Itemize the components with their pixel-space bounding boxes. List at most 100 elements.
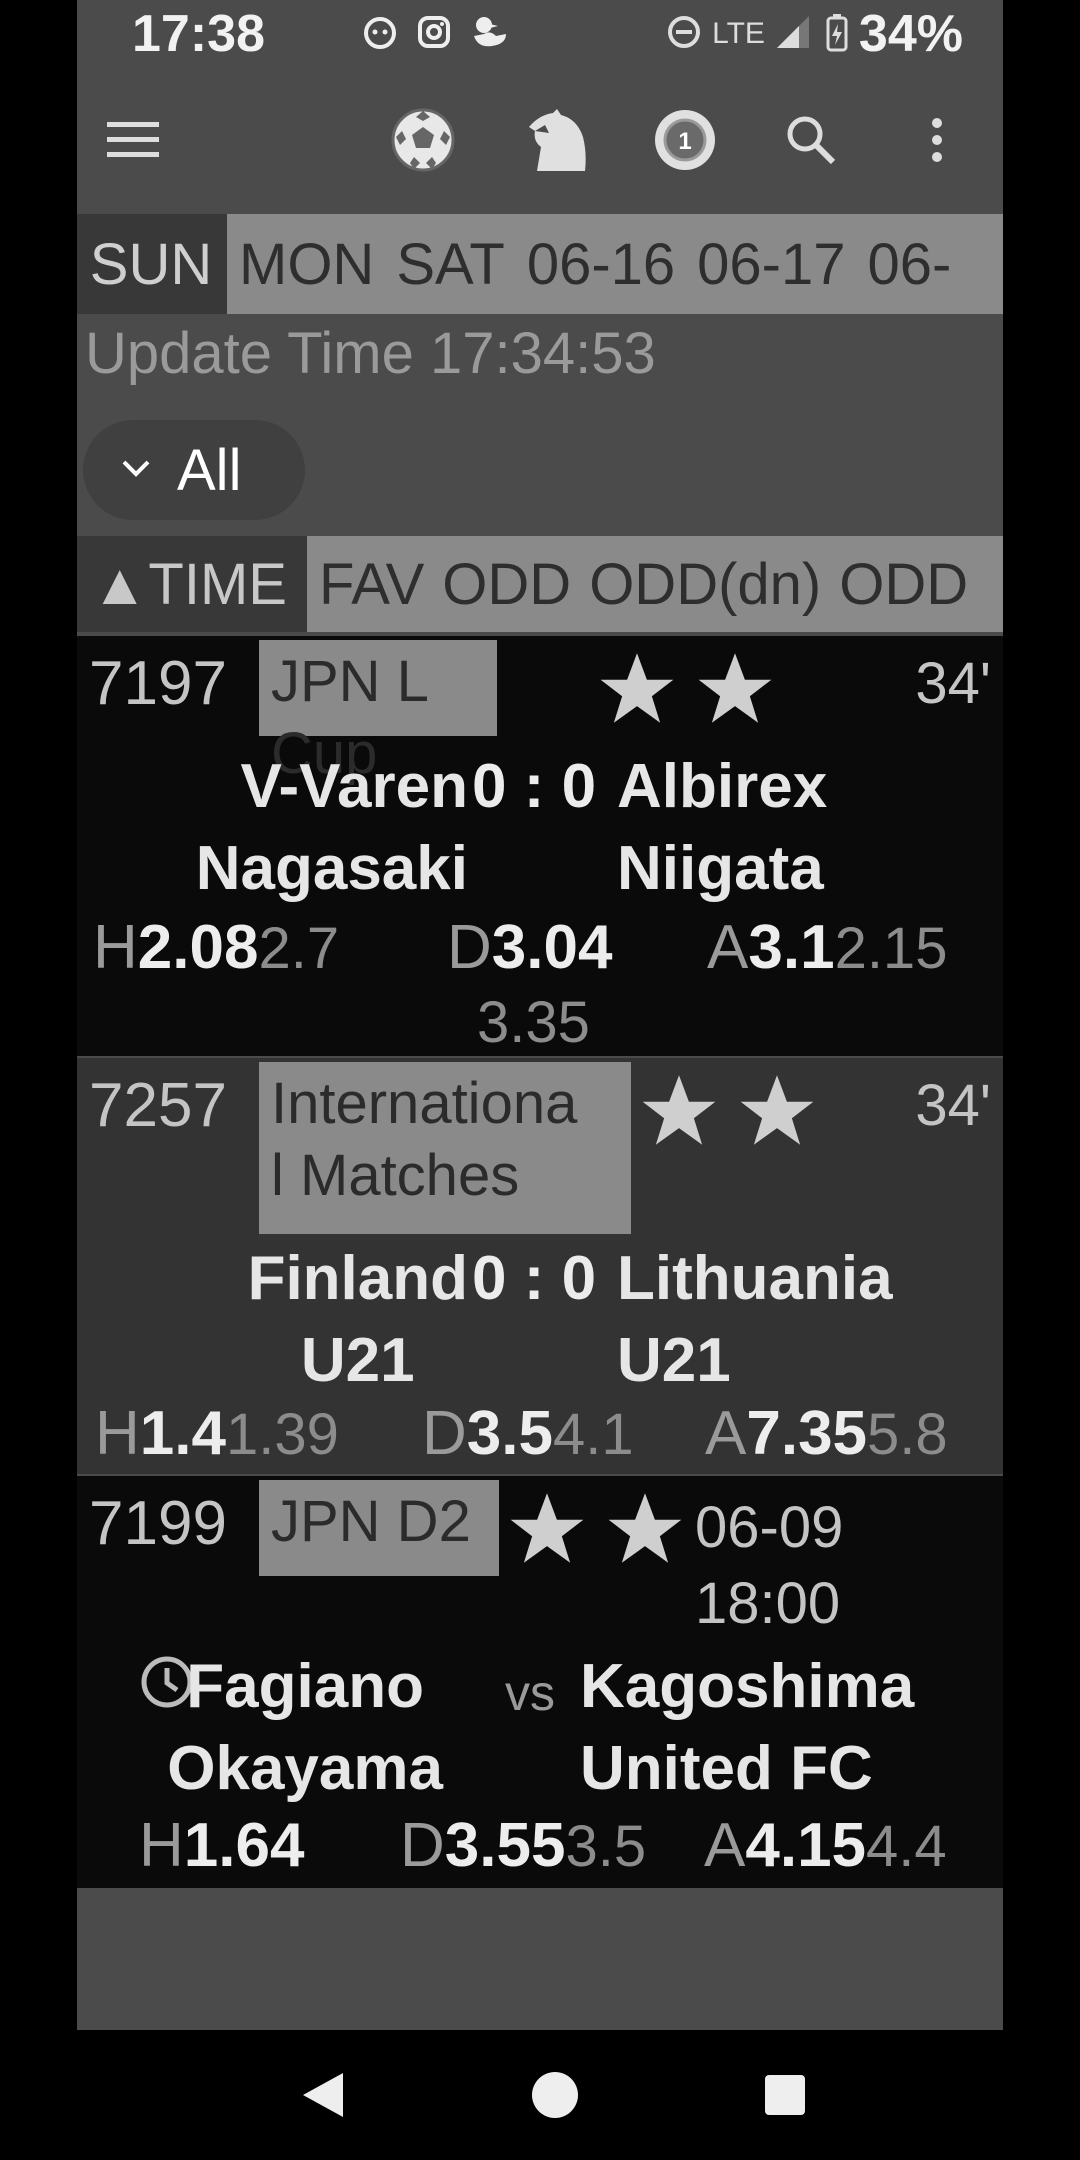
match-card[interactable]: 7257 Internationa l Matches 34' Finland … [77,1058,1003,1474]
rating-stars [639,1072,817,1148]
match-number: 7197 [89,649,227,718]
match-score: 0 : 0 [472,1244,597,1313]
menu-icon[interactable] [97,104,169,176]
day-tabs: SUN MON SAT 06-16 06-17 06- [77,214,1003,314]
app-screen: 17:38 LTE 34% 1 SUN MON SAT 06-16 06-17 … [77,0,1003,2030]
odds-away: A7.355.8 [705,1399,948,1468]
battery-charging-icon [825,12,849,57]
lottery-ball-icon[interactable]: 1 [649,104,721,176]
star-icon [740,1075,814,1145]
odds-draw-prev: 3.35 [477,990,590,1055]
tab-06-16[interactable]: 06-16 [527,231,675,298]
kickoff-hour: 18:00 [695,1571,841,1636]
away-team-name: Lithuania U21 [617,1238,893,1402]
app-toolbar: 1 [77,70,1003,210]
update-time: Update Time 17:34:53 [85,321,656,386]
sort-odd[interactable]: ODD [442,551,571,618]
home-team-line1: V-Varen [240,752,468,821]
rating-stars [507,1490,685,1566]
away-team-line1: Kagoshima [580,1652,915,1721]
match-card[interactable]: 7199 JPN D2 06-09 18:00 Fagiano Okayama … [77,1476,1003,1888]
kickoff-time: 06-09 18:00 [695,1490,843,1642]
battery-level: 34% [858,5,963,63]
filter-dropdown[interactable]: All [83,420,305,520]
league-badge: JPN D2 [259,1480,499,1576]
more-vert-icon[interactable] [901,104,973,176]
search-icon[interactable] [775,104,847,176]
home-team-name: Fagiano Okayama [167,1646,443,1810]
status-time: 17:38 [132,5,265,63]
home-team-line1: Fagiano [186,1652,424,1721]
away-team-line2: United FC [580,1734,873,1803]
home-team-line2: U21 [300,1326,415,1395]
home-team-line2: Okayama [167,1734,443,1803]
home-team-name: Finland U21 [248,1238,468,1402]
away-team-line1: Albirex [617,752,828,821]
match-card[interactable]: 7197 JPN L Cup 34' V-Varen Nagasaki 0 : … [77,636,1003,1056]
cat-face-icon [362,14,398,55]
day-tabs-rest: MON SAT 06-16 06-17 06- [227,214,1003,314]
star-icon [698,653,772,723]
match-score: 0 : 0 [472,752,597,821]
ad-banner-area [77,1890,1003,2030]
sort-time[interactable]: ▲TIME [91,536,287,632]
odds-away: A4.154.4 [704,1811,947,1880]
signal-icon [775,14,815,55]
match-elapsed: 34' [915,651,991,716]
away-team-line1: Lithuania [617,1244,893,1313]
odds-draw: D3.54.1 [422,1399,634,1468]
sort-odd-dn[interactable]: ODD(dn) [589,551,821,618]
duck-icon [470,14,510,55]
away-team-line2: Niigata [617,834,824,903]
recents-icon[interactable] [760,2070,810,2120]
match-vs: vs [505,1665,555,1721]
away-team-name: Kagoshima United FC [580,1646,914,1810]
status-right: LTE 34% [666,4,963,64]
league-line1: Internationa [271,1071,578,1136]
filter-label: All [177,437,242,503]
star-icon [600,653,674,723]
league-line2: l Matches [271,1143,520,1208]
soccer-ball-icon[interactable] [387,104,459,176]
svg-text:1: 1 [678,128,691,155]
status-bar: 17:38 LTE 34% [77,0,1003,70]
do-not-disturb-icon [666,14,702,55]
sort-fav[interactable]: FAV [319,551,424,618]
horse-icon[interactable] [522,104,594,176]
odds-away: A3.12.15 [707,913,948,982]
tab-mon[interactable]: MON [239,231,374,298]
away-team-line2: U21 [617,1326,731,1395]
sort-tabs: ▲TIME FAV ODD ODD(dn) ODD [77,536,1003,632]
match-number: 7199 [89,1489,227,1558]
home-team-name: V-Varen Nagasaki [196,746,468,910]
notification-icons [362,14,510,55]
odds-draw: D3.553.5 [400,1811,647,1880]
rating-stars [597,650,775,726]
match-number: 7257 [89,1071,227,1140]
network-type: LTE [712,17,765,50]
league-badge: JPN L Cup [259,640,497,786]
match-elapsed: 34' [915,1073,991,1138]
home-icon[interactable] [530,2070,580,2120]
home-team-line1: Finland [247,1244,468,1313]
instagram-icon [416,14,452,55]
sort-tabs-rest: FAV ODD ODD(dn) ODD [307,536,1003,632]
sort-odd-2[interactable]: ODD [839,551,968,618]
odds-home: H1.41.39 [95,1399,339,1468]
tab-sun[interactable]: SUN [77,214,225,314]
tab-sat[interactable]: SAT [396,231,505,298]
star-icon [510,1493,584,1563]
chevron-down-icon [121,458,151,483]
home-team-line2: Nagasaki [195,834,468,903]
back-icon[interactable] [298,2070,348,2120]
odds-draw: D3.04 [447,913,613,982]
star-icon [642,1075,716,1145]
tab-06-17[interactable]: 06-17 [697,231,845,298]
kickoff-date: 06-09 [695,1495,844,1560]
star-icon [608,1493,682,1563]
system-nav-bar [0,2030,1080,2160]
odds-home: H1.64 [139,1811,305,1880]
odds-home: H2.082.7 [93,913,340,982]
tab-next[interactable]: 06- [868,231,952,298]
league-badge: Internationa l Matches [259,1062,631,1234]
